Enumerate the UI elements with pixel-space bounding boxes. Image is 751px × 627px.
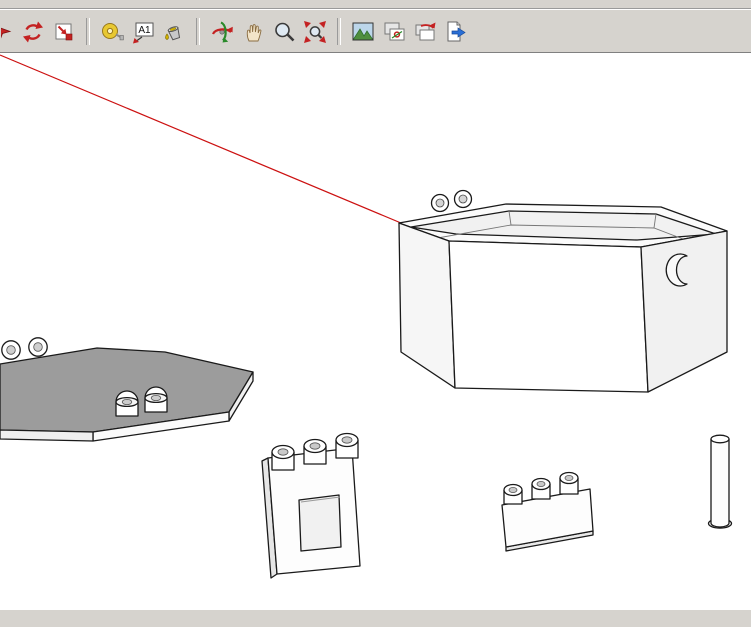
export-page-icon (447, 21, 466, 41)
pan-hand-icon (246, 23, 262, 41)
plate-knuckle-1-hole (277, 448, 289, 456)
lid-left-side-face[interactable] (0, 429, 94, 442)
strip-knuckle-1-hole (508, 486, 518, 493)
cylindrical-pin[interactable] (707, 434, 733, 529)
lid-ring-2-hole (33, 342, 43, 352)
open-hexagonal-box[interactable] (398, 189, 728, 393)
lid-knuckle-2-hole (150, 394, 162, 401)
box-left-face[interactable] (398, 222, 456, 389)
zoom-icon (275, 22, 295, 41)
toolbar: A1 (0, 9, 751, 53)
reload-icon (23, 21, 43, 42)
red-axis-line (0, 54, 402, 224)
toolbar-separator (196, 18, 200, 45)
orbit-button[interactable] (208, 18, 236, 46)
box-ring-1-hole (435, 198, 445, 208)
import-model-button[interactable] (50, 18, 78, 46)
scene-canvas[interactable] (0, 53, 751, 609)
status-bar (0, 609, 751, 626)
zoom-extents-icon (304, 20, 326, 43)
box-ring-2-hole (458, 194, 468, 204)
zoom-button[interactable] (270, 18, 298, 46)
export-button[interactable] (442, 18, 470, 46)
paint-bucket-icon (165, 25, 181, 40)
reload-button[interactable] (19, 18, 47, 46)
hinge-plate-with-square-hole[interactable] (261, 432, 361, 579)
lid-knuckle-1-hole (121, 398, 133, 405)
strip-knuckle-2-hole (536, 480, 546, 487)
toolbar-separator (337, 18, 341, 45)
plate-knuckle-3-hole (341, 436, 353, 444)
zoom-extents-button[interactable] (301, 18, 329, 46)
box-front-face[interactable] (448, 240, 649, 393)
paint-bucket-button[interactable] (160, 18, 188, 46)
strip-knuckle-3-hole (564, 474, 574, 481)
plate-square-hole[interactable] (298, 494, 342, 552)
hinge-strip[interactable] (501, 471, 594, 552)
window-chrome: A1 (0, 0, 751, 53)
terrain-photo-button[interactable] (349, 18, 377, 46)
tape-measure-button[interactable] (98, 18, 126, 46)
orbit-icon (211, 20, 233, 42)
photo-rotate-button[interactable] (411, 18, 439, 46)
lid-ring-1-hole (6, 345, 16, 355)
select-cursor-icon (1, 27, 12, 39)
menu-strip (0, 0, 751, 9)
terrain-photo-icon (352, 22, 374, 40)
dimension-label: A1 (138, 25, 151, 36)
dimension-icon: A1 (133, 22, 154, 43)
hexagonal-lid[interactable] (0, 337, 254, 442)
select-cursor-button[interactable] (1, 18, 16, 46)
plate-knuckle-2-hole (309, 442, 321, 450)
pin-body[interactable] (710, 439, 730, 528)
pan-button[interactable] (239, 18, 267, 46)
photo-match-icon (384, 22, 405, 40)
dimension-button[interactable]: A1 (129, 18, 157, 46)
import-model-icon (55, 23, 73, 40)
pin-top (710, 434, 730, 444)
photo-rotate-icon (415, 22, 436, 40)
photo-match-button[interactable] (380, 18, 408, 46)
model-viewport[interactable] (0, 53, 751, 609)
tape-measure-icon (102, 22, 124, 40)
toolbar-separator (86, 18, 90, 45)
